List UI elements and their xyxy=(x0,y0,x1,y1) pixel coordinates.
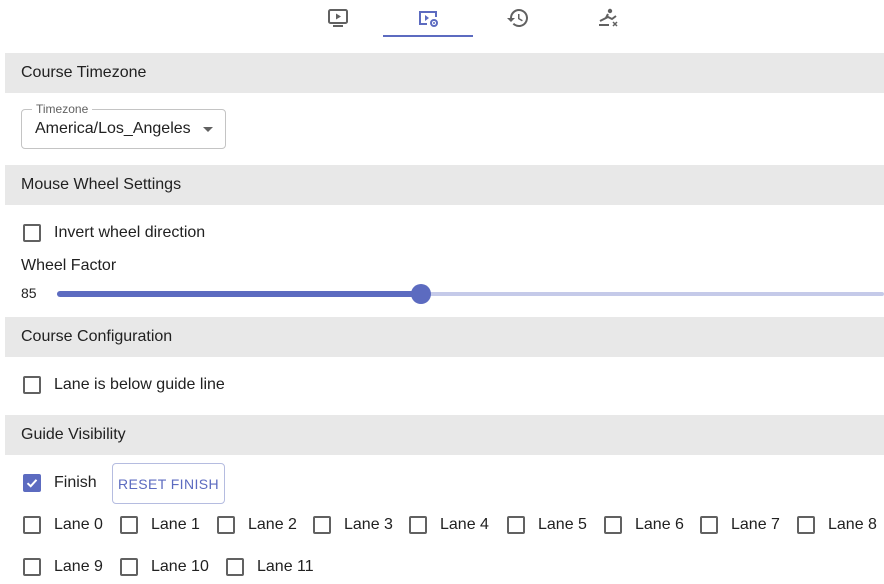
tab-bar xyxy=(0,0,884,38)
timezone-select[interactable]: Timezone America/Los_Angeles xyxy=(21,102,226,149)
lane-label: Lane 7 xyxy=(731,516,780,533)
lane-checkbox[interactable] xyxy=(226,558,244,576)
lane-checkbox-row[interactable]: Lane 11 xyxy=(226,558,314,576)
tab-play[interactable] xyxy=(293,0,383,36)
lane-label: Lane 11 xyxy=(257,558,314,575)
wheel-factor-label: Wheel Factor xyxy=(21,257,117,274)
play-screen-icon xyxy=(328,9,348,27)
timezone-value: America/Los_Angeles xyxy=(35,120,191,137)
tab-history[interactable] xyxy=(473,0,563,36)
lane-checkbox-row[interactable]: Lane 4 xyxy=(409,516,489,534)
lane-label: Lane 8 xyxy=(828,516,877,533)
lane-label: Lane 6 xyxy=(635,516,684,533)
section-header-course-timezone: Course Timezone xyxy=(5,53,884,93)
lane-label: Lane 10 xyxy=(151,558,209,575)
invert-wheel-checkbox[interactable] xyxy=(23,224,41,242)
lane-checkbox-row[interactable]: Lane 1 xyxy=(120,516,200,534)
lane-label: Lane 4 xyxy=(440,516,489,533)
lane-label: Lane 9 xyxy=(54,558,103,575)
history-icon xyxy=(507,9,528,27)
finish-checkbox-row[interactable]: Finish xyxy=(23,474,97,492)
active-tab-indicator xyxy=(383,35,473,37)
lane-checkbox-row[interactable]: Lane 9 xyxy=(23,558,103,576)
lane-checkbox[interactable] xyxy=(120,558,138,576)
lane-checkbox-row[interactable]: Lane 0 xyxy=(23,516,103,534)
tab-rower[interactable] xyxy=(563,0,653,36)
lane-label: Lane 2 xyxy=(248,516,297,533)
lane-checkbox-row[interactable]: Lane 5 xyxy=(507,516,587,534)
lane-label: Lane 5 xyxy=(538,516,587,533)
section-header-course-configuration: Course Configuration xyxy=(5,317,884,357)
wheel-factor-slider-track xyxy=(57,291,421,297)
timezone-legend: Timezone xyxy=(32,102,93,116)
lane-checkbox-row[interactable]: Lane 7 xyxy=(700,516,780,534)
lane-label: Lane 3 xyxy=(344,516,393,533)
lane-checkbox-row[interactable]: Lane 6 xyxy=(604,516,684,534)
lane-checkbox[interactable] xyxy=(797,516,815,534)
rower-icon xyxy=(599,8,618,27)
lane-checkbox[interactable] xyxy=(409,516,427,534)
lane-below-checkbox-row[interactable]: Lane is below guide line xyxy=(23,376,225,394)
lane-below-label: Lane is below guide line xyxy=(54,376,225,393)
lane-label: Lane 1 xyxy=(151,516,200,533)
lane-checkbox[interactable] xyxy=(120,516,138,534)
lane-checkbox-row[interactable]: Lane 8 xyxy=(797,516,877,534)
lane-checkbox[interactable] xyxy=(23,516,41,534)
lane-checkbox[interactable] xyxy=(23,558,41,576)
wheel-factor-slider-thumb[interactable] xyxy=(410,284,431,304)
reset-finish-button[interactable]: RESET FINISH xyxy=(112,463,225,504)
lane-checkbox-row[interactable]: Lane 3 xyxy=(313,516,393,534)
lane-checkbox[interactable] xyxy=(217,516,235,534)
finish-label: Finish xyxy=(54,474,97,491)
section-header-guide-visibility: Guide Visibility xyxy=(5,415,884,455)
lane-checkbox[interactable] xyxy=(700,516,718,534)
section-header-mouse-wheel: Mouse Wheel Settings xyxy=(5,165,884,205)
play-settings-icon xyxy=(419,11,438,27)
lane-checkbox[interactable] xyxy=(313,516,331,534)
invert-wheel-checkbox-row[interactable]: Invert wheel direction xyxy=(23,224,205,242)
lane-checkbox[interactable] xyxy=(507,516,525,534)
lane-checkbox-row[interactable]: Lane 2 xyxy=(217,516,297,534)
finish-checkbox[interactable] xyxy=(23,474,41,492)
lane-below-checkbox[interactable] xyxy=(23,376,41,394)
invert-wheel-label: Invert wheel direction xyxy=(54,224,206,241)
tab-play-settings[interactable] xyxy=(383,0,473,36)
lane-label: Lane 0 xyxy=(54,516,103,533)
wheel-factor-value: 85 xyxy=(21,285,37,301)
dropdown-arrow-icon xyxy=(203,127,213,132)
checkmark-icon xyxy=(26,479,38,488)
lane-checkbox[interactable] xyxy=(604,516,622,534)
lane-checkbox-row[interactable]: Lane 10 xyxy=(120,558,209,576)
